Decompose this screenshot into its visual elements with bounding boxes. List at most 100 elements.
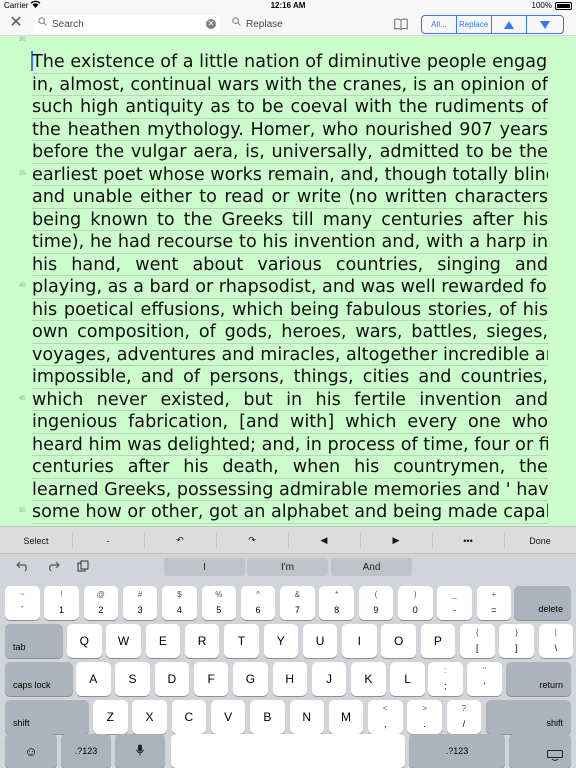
replace-input[interactable] [246, 16, 396, 32]
undo-icon[interactable] [16, 560, 30, 575]
key-6[interactable]: ^ 6 [240, 586, 276, 620]
find-next-button[interactable] [527, 16, 563, 33]
done-button[interactable]: Done [504, 527, 576, 554]
caps-lock-key[interactable]: caps lock [5, 662, 73, 696]
key-symbol[interactable]: " ' [467, 662, 502, 696]
key-r[interactable]: R [184, 624, 220, 658]
key-g[interactable]: G [233, 662, 268, 696]
key-label: 5 [216, 605, 222, 615]
text-line: being known to the Greeks till many cent… [32, 209, 548, 231]
search-input[interactable] [52, 16, 202, 32]
replace-button[interactable]: Replace [457, 16, 492, 33]
key-x[interactable]: X [132, 700, 167, 734]
key-9[interactable]: (9 [358, 586, 394, 620]
key-label: ' [483, 681, 486, 691]
select-button[interactable]: Select [0, 527, 72, 554]
space-bar[interactable] [171, 734, 405, 768]
key-symbol[interactable]: | \ [538, 624, 574, 658]
more-button[interactable]: ••• [432, 527, 504, 554]
shift-left-key[interactable]: shift [5, 700, 89, 734]
dash-button[interactable]: - [72, 527, 144, 554]
key-4[interactable]: $4 [162, 586, 197, 620]
cursor-left-button[interactable]: ◀ [288, 527, 360, 554]
return-key[interactable]: return [506, 662, 571, 696]
key-y[interactable]: Y [263, 624, 298, 658]
key-d[interactable]: D [154, 662, 190, 696]
redo-icon[interactable] [46, 560, 60, 575]
key-m[interactable]: M [328, 700, 364, 734]
undo-button[interactable]: ↶ [144, 527, 216, 554]
find-previous-button[interactable] [492, 16, 528, 33]
key-p[interactable]: P [420, 624, 456, 658]
text-editor[interactable]: The existence of a little nation of dimi… [0, 36, 576, 526]
key-symbol[interactable]: :; [428, 662, 463, 696]
hide-keyboard-key[interactable] [509, 734, 571, 768]
text-line: earliest poet whose works remain, and, t… [32, 164, 548, 186]
battery-icon [555, 2, 572, 10]
find-all-button[interactable]: All... [422, 16, 457, 33]
key-c[interactable]: C [171, 700, 207, 734]
key-shift-label: _ [452, 590, 457, 599]
text-line: his hand, went about various countries, … [32, 254, 548, 276]
suggestion-item[interactable]: I [164, 558, 245, 576]
clear-search-icon[interactable]: ✕ [206, 19, 216, 29]
key-label: . [423, 719, 426, 729]
key-7[interactable]: & 7 [280, 586, 315, 620]
key-`[interactable]: ~ ` [5, 586, 40, 620]
key-symbol[interactable]: <, [368, 700, 403, 734]
emoji-key[interactable]: ☺ [5, 734, 57, 768]
key-b[interactable]: B [250, 700, 285, 734]
key-symbol[interactable]: >. [407, 700, 442, 734]
key-shift-label: : [444, 666, 447, 675]
key-f[interactable]: F [193, 662, 229, 696]
key-label: / [462, 719, 466, 729]
key-8[interactable]: * 8 [319, 586, 354, 620]
dictation-key[interactable] [115, 734, 165, 768]
key-i[interactable]: I [342, 624, 377, 658]
close-icon[interactable]: ✕ [8, 15, 24, 31]
replace-field [228, 15, 414, 33]
delete-key[interactable]: delete [514, 586, 571, 620]
suggestion-item[interactable]: And [331, 558, 412, 576]
numbers-key-left[interactable]: .?123 [61, 734, 111, 768]
key-shift-label: ( [374, 590, 378, 599]
search-field: ✕ [34, 15, 220, 33]
key-a[interactable]: A [76, 662, 111, 696]
key-3[interactable]: #3 [122, 586, 158, 620]
key-u[interactable]: U [302, 624, 338, 658]
key-e[interactable]: E [145, 624, 181, 658]
key-s[interactable]: S [115, 662, 150, 696]
key-t[interactable]: T [224, 624, 259, 658]
key-v[interactable]: V [210, 700, 246, 734]
key-label: tab [13, 642, 26, 652]
tab-key[interactable]: tab [5, 624, 63, 658]
text-line: impossible, and of persons, things, citi… [32, 367, 548, 389]
key--[interactable]: _ - [437, 586, 472, 620]
suggestion-item[interactable]: I'm [247, 558, 328, 576]
redo-button[interactable]: ↷ [216, 527, 288, 554]
key-o[interactable]: O [381, 624, 416, 658]
book-icon[interactable] [394, 17, 408, 31]
key-n[interactable]: N [289, 700, 324, 734]
key-w[interactable]: W [106, 624, 141, 658]
key-k[interactable]: K [351, 662, 386, 696]
key-1[interactable]: ! 1 [44, 586, 79, 620]
key-j[interactable]: J [311, 662, 347, 696]
key-shift-label: ? [461, 704, 467, 713]
key-l[interactable]: L [390, 662, 425, 696]
key-=[interactable]: + = [476, 586, 512, 620]
key-symbol[interactable]: ? / [446, 700, 482, 734]
key-0[interactable]: ) 0 [398, 586, 433, 620]
key-2[interactable]: @2 [83, 586, 119, 620]
key-h[interactable]: H [272, 662, 307, 696]
cursor-right-button[interactable]: ▶ [360, 527, 432, 554]
key-q[interactable]: Q [67, 624, 102, 658]
shift-right-key[interactable]: shift [486, 700, 571, 734]
key-5[interactable]: % 5 [201, 586, 236, 620]
arrow-up-icon [503, 20, 514, 29]
key-symbol[interactable]: {[ [460, 624, 495, 658]
numbers-key-right[interactable]: .?123 [409, 734, 505, 768]
key-z[interactable]: Z [93, 700, 128, 734]
key-symbol[interactable]: }] [499, 624, 534, 658]
paste-icon[interactable] [77, 560, 89, 575]
